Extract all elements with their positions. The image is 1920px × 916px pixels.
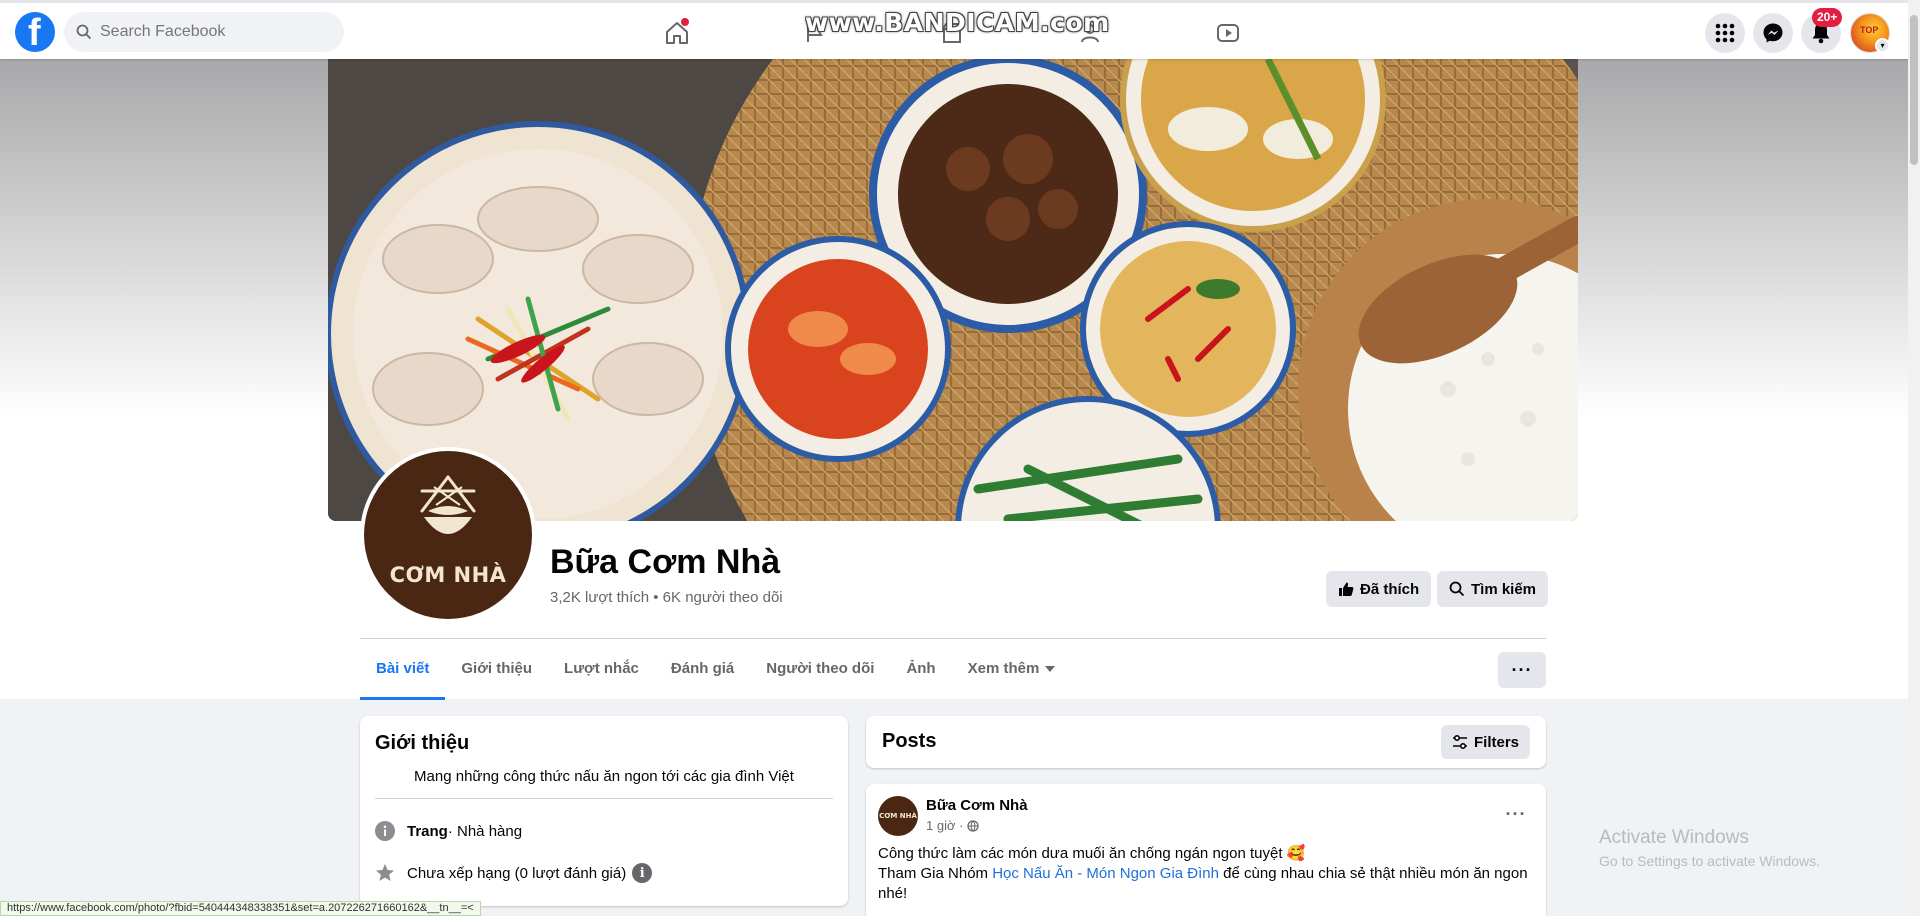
logo-letter: f [28,12,41,54]
rating-text: Chưa xếp hạng (0 lượt đánh giá) [407,864,627,882]
intro-category-row: Trang · Nhà hàng [375,821,522,841]
tab-reviews[interactable]: Đánh giá [655,650,750,700]
account-chevron-down-icon[interactable]: ▾ [1875,38,1890,53]
category-type: Trang [407,822,448,840]
post-card: CƠM NHÀ Bữa Cơm Nhà 1 giờ · ··· Công thứ… [866,784,1546,916]
intro-title: Giới thiệu [375,732,470,754]
search-icon [76,24,92,40]
rice-bowl-logo-icon [420,475,476,534]
category-value[interactable]: · Nhà hàng [448,823,522,840]
tab-label: Giới thiệu [461,660,533,677]
tab-label: Bài viết [376,660,430,677]
search-input[interactable] [100,23,320,41]
post-author-name[interactable]: Bữa Cơm Nhà [926,797,1028,814]
intro-divider [375,798,833,799]
status-bar-url: https://www.facebook.com/photo/?fbid=540… [0,901,481,916]
home-notification-dot [681,18,689,26]
profile-brand-text: CƠM NHÀ [389,563,507,587]
post-line-1: Công thức làm các món dưa muối ăn chống … [878,845,1306,862]
intro-bio: Mang những công thức nấu ăn ngon tới các… [414,768,794,785]
tab-label: Lượt nhắc [564,660,639,677]
tab-followers[interactable]: Người theo dõi [750,650,890,700]
post-line-2: Tham Gia Nhóm Học Nấu Ăn - Món Ngon Gia … [878,864,1534,884]
header-divider [360,638,1546,639]
page-title: Bữa Cơm Nhà [550,543,781,581]
search-box[interactable] [64,12,344,52]
posts-title: Posts [882,730,937,752]
post-line-2-suffix: để cùng nhau chia sẻ thật nhiều món ăn n… [1218,865,1528,882]
liked-button[interactable]: Đã thích [1326,571,1432,607]
rating-info-icon[interactable]: i [632,863,653,883]
globe-icon [967,819,980,832]
home-nav-button[interactable] [657,13,697,53]
page-tabs: Bài viết Giới thiệu Lượt nhắc Đánh giá N… [360,650,1071,700]
post-timestamp[interactable]: 1 giờ · [926,818,980,833]
filters-button[interactable]: Filters [1440,725,1530,759]
facebook-logo[interactable]: f [15,12,55,52]
watch-nav-button[interactable] [1208,13,1248,53]
profile-picture[interactable]: CƠM NHÀ [360,447,536,623]
grid-menu-icon [1715,23,1735,43]
activate-title: Activate Windows [1599,827,1749,848]
scrollbar-thumb[interactable] [1910,15,1918,165]
intro-card: Giới thiệu Mang những công thức nấu ăn n… [360,716,848,906]
post-time-text: 1 giờ · [926,818,964,833]
tab-see-more[interactable]: Xem thêm [952,650,1072,700]
menu-button[interactable] [1705,13,1745,53]
messenger-button[interactable] [1753,13,1793,53]
tab-label: Người theo dõi [766,660,875,677]
page-search-button[interactable]: Tìm kiếm [1437,571,1549,607]
windows-activation-watermark: Activate Windows Go to Settings to activ… [1599,827,1820,869]
bandicam-watermark: www.BANDICAM.com [805,8,1110,37]
tab-mentions[interactable]: Lượt nhắc [548,650,655,700]
post-body: Công thức làm các món dưa muối ăn chống … [878,844,1534,904]
post-author-avatar[interactable]: CƠM NHÀ [878,796,918,836]
group-link[interactable]: Học Nấu Ăn - Món Ngon Gia Đình [992,865,1219,882]
more-options-button[interactable]: ··· [1498,652,1546,688]
filters-label: Filters [1473,733,1519,751]
post-line-2-prefix: Tham Gia Nhóm [878,865,993,882]
star-icon [375,863,395,883]
top-navigation-bar: f www.BANDICAM.com 20+ TOP ▾ [0,0,1920,59]
video-icon [1217,24,1239,42]
page-scrollbar[interactable] [1908,0,1920,916]
profile-logo: CƠM NHÀ [364,451,532,619]
page-search-label: Tìm kiếm [1471,580,1537,598]
post-options-button[interactable]: ··· [1498,796,1534,832]
caret-down-icon [1045,666,1056,673]
filter-sliders-icon [1452,734,1467,750]
post-line-3: nhé! [878,885,908,902]
liked-label: Đã thích [1360,580,1420,598]
tab-posts[interactable]: Bài viết [360,650,446,700]
tab-label: Đánh giá [670,660,735,677]
notification-badge: 20+ [1812,8,1843,27]
tab-label: Xem thêm [967,660,1040,677]
activate-subtitle: Go to Settings to activate Windows. [1599,853,1820,869]
avatar-text: TOP [1860,25,1879,35]
tab-label: Ảnh [906,660,936,677]
messenger-icon [1763,23,1783,43]
info-icon [375,821,395,841]
intro-rating-row: Chưa xếp hạng (0 lượt đánh giá) i [375,863,653,883]
page-stats[interactable]: 3,2K lượt thích • 6K người theo dõi [550,589,783,606]
tab-about[interactable]: Giới thiệu [445,650,548,700]
posts-header-card: Posts Filters [866,716,1546,768]
thumbs-up-icon [1339,582,1354,596]
search-icon [1449,581,1465,597]
tab-photos[interactable]: Ảnh [890,650,951,700]
